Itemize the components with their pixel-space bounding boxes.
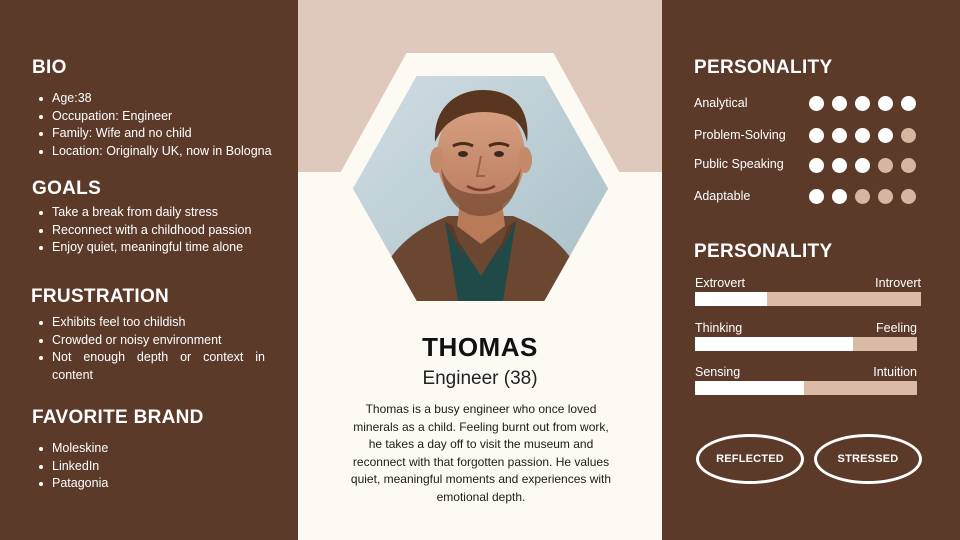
axis-thinking-feeling: Thinking Feeling [695,321,917,351]
favorite-brand-heading: FAVORITE BRAND [32,407,204,428]
trait-rating [809,96,916,111]
goal-item: Reconnect with a childhood passion [33,222,283,240]
axis-sensing-intuition: Sensing Intuition [695,365,917,395]
rating-dot-empty [855,189,870,204]
persona-role: Engineer (38) [422,368,538,389]
favorite-brand-list: Moleskine LinkedIn Patagonia [33,440,283,493]
rating-dot-empty [878,189,893,204]
rating-dot-empty [901,128,916,143]
rating-dot-filled [901,96,916,111]
goals-heading: GOALS [32,178,102,199]
frustration-item: Exhibits feel too childish [33,314,265,332]
goal-item: Take a break from daily stress [33,204,283,222]
rating-dot-filled [855,96,870,111]
center-panel: THOMAS Engineer (38) Thomas is a busy en… [298,0,662,540]
rating-dot-filled [809,189,824,204]
bio-item-family: Family: Wife and no child [33,125,283,143]
frustration-heading: FRUSTRATION [31,286,170,307]
axis-fill [695,292,768,306]
rating-dot-filled [832,96,847,111]
axis-extrovert-introvert: Extrovert Introvert [695,276,921,306]
axis-left-label: Sensing [695,365,741,379]
trait-label: Public Speaking [694,157,784,171]
axis-right-label: Intuition [873,365,917,379]
goals-list: Take a break from daily stress Reconnect… [33,204,283,257]
rating-dot-filled [832,158,847,173]
bio-item-age: Age:38 [33,90,283,108]
bio-list: Age:38 Occupation: Engineer Family: Wife… [33,90,283,160]
axis-bar [695,337,917,351]
rating-dot-empty [901,189,916,204]
rating-dot-empty [901,158,916,173]
axis-bar [695,292,921,306]
rating-dot-filled [832,128,847,143]
left-panel: BIO Age:38 Occupation: Engineer Family: … [0,0,298,540]
rating-dot-filled [809,128,824,143]
trait-rating [809,158,916,173]
bio-item-occupation: Occupation: Engineer [33,108,283,126]
trait-rating [809,189,916,204]
rating-dot-empty [878,158,893,173]
personality-traits-heading: PERSONALITY [694,57,833,78]
goal-item: Enjoy quiet, meaningful time alone [33,239,283,257]
axis-right-label: Feeling [876,321,917,335]
mood-badge-stressed: STRESSED [814,434,922,484]
brand-item: Moleskine [33,440,283,458]
rating-dot-filled [878,128,893,143]
trait-label: Adaptable [694,189,751,203]
personality-axes-heading: PERSONALITY [694,241,833,262]
axis-left-label: Extrovert [695,276,746,290]
rating-dot-filled [809,96,824,111]
bio-item-location: Location: Originally UK, now in Bologna [33,143,283,161]
axis-fill [695,337,853,351]
trait-label: Analytical [694,96,748,110]
right-panel: PERSONALITY Analytical Problem-Solving P… [662,0,960,540]
brand-item: LinkedIn [33,458,283,476]
axis-left-label: Thinking [695,321,743,335]
rating-dot-filled [832,189,847,204]
trait-rating [809,128,916,143]
trait-label: Problem-Solving [694,128,786,142]
axis-right-label: Introvert [875,276,921,290]
persona-name: THOMAS [422,332,538,362]
axis-fill [695,381,804,395]
frustration-list: Exhibits feel too childish Crowded or no… [33,314,265,384]
rating-dot-filled [855,158,870,173]
brand-item: Patagonia [33,475,283,493]
frustration-item: Not enough depth or context in content [33,349,265,384]
persona-description: Thomas is a busy engineer who once loved… [350,402,612,504]
rating-dot-filled [855,128,870,143]
bio-heading: BIO [32,57,67,78]
mood-badge-reflected: REFLECTED [696,434,804,484]
axis-bar [695,381,917,395]
frustration-item: Crowded or noisy environment [33,332,265,350]
rating-dot-filled [878,96,893,111]
rating-dot-filled [809,158,824,173]
